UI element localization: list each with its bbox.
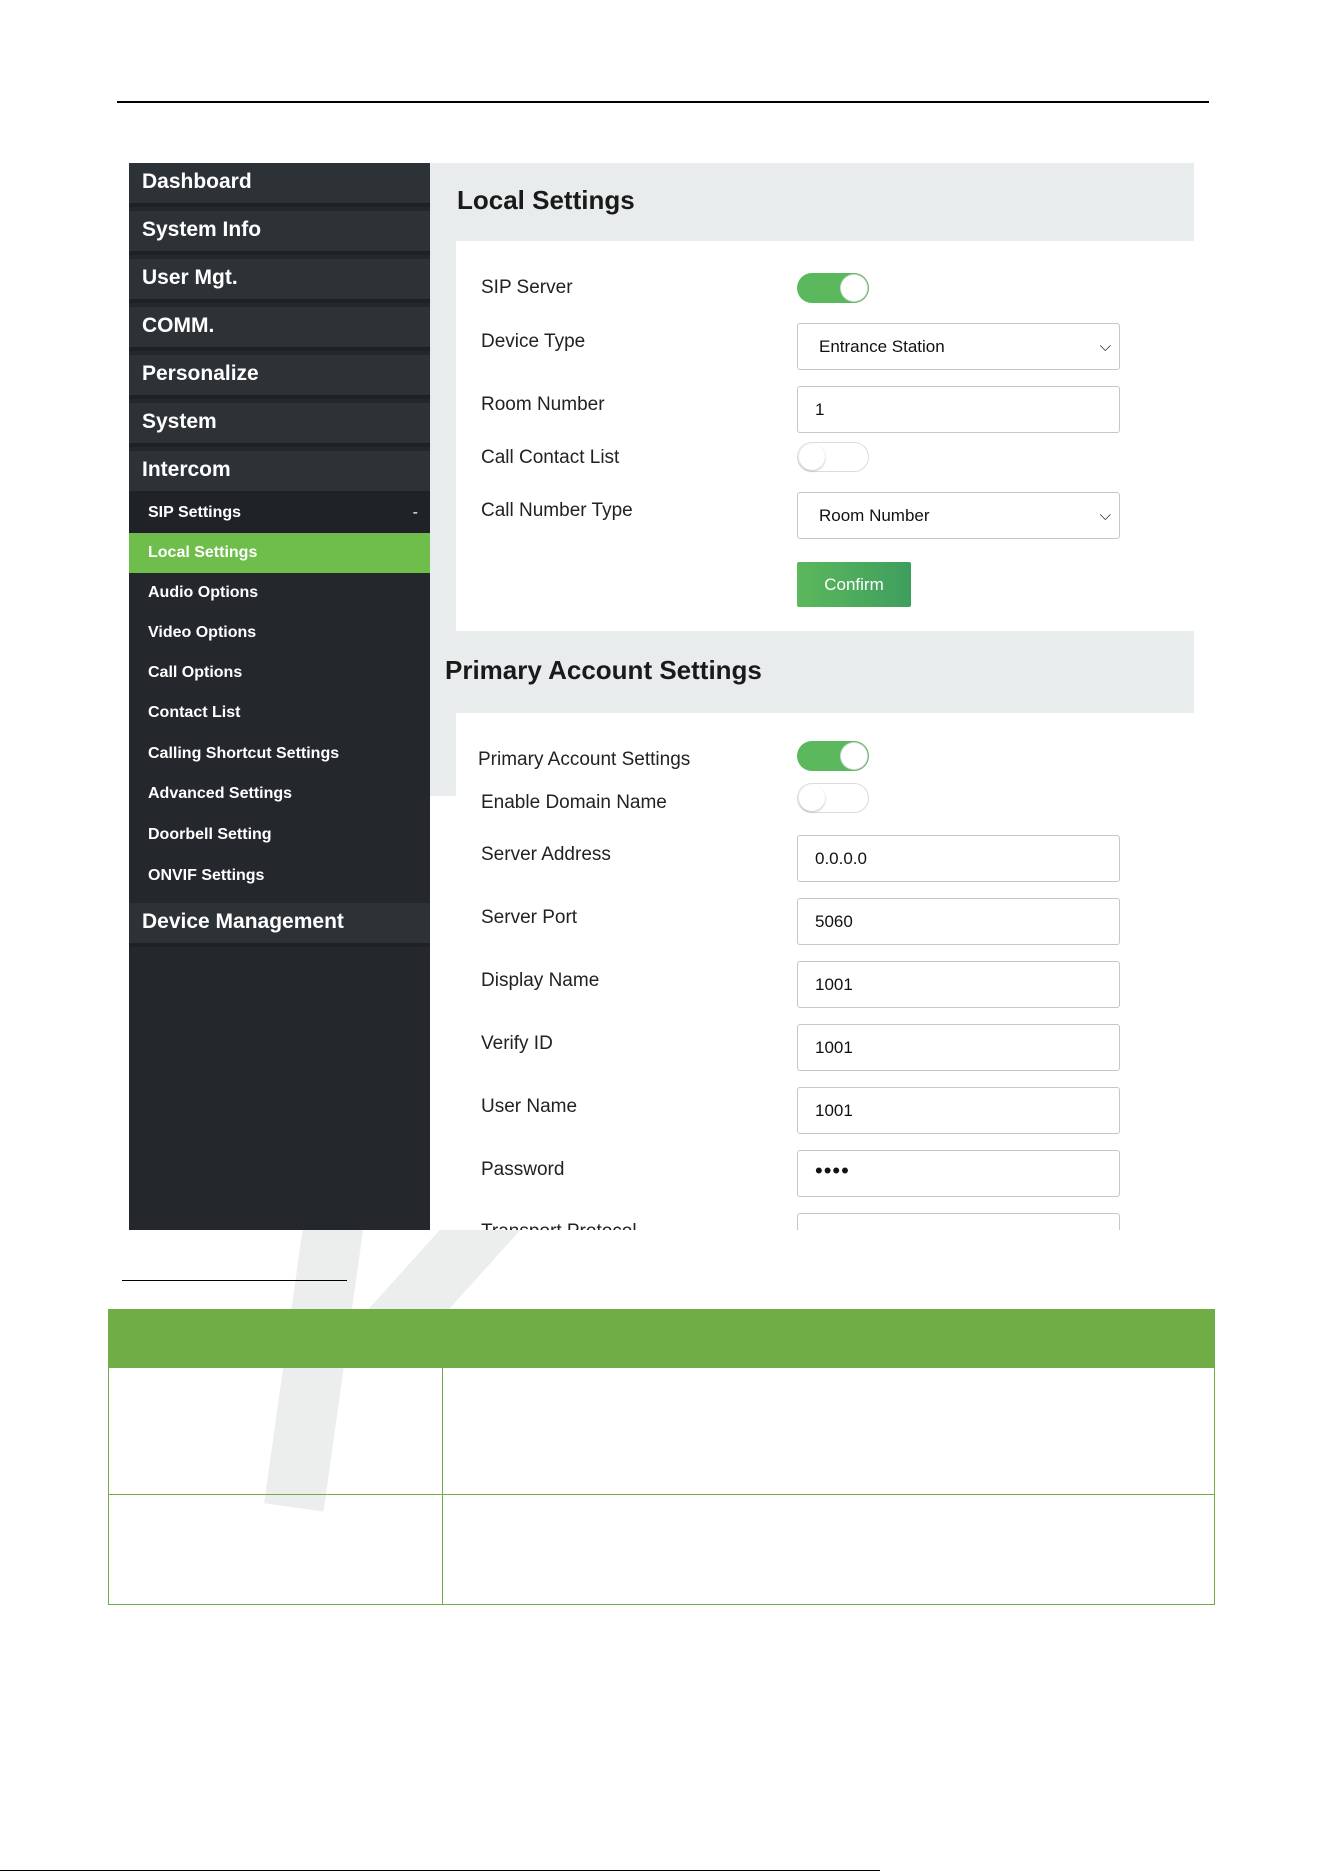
local-settings-title: Local Settings: [457, 185, 635, 215]
toggle-knob: [841, 275, 867, 301]
server-address-label: Server Address: [481, 844, 611, 865]
nav-personalize[interactable]: Personalize: [129, 355, 430, 399]
confirm-button[interactable]: Confirm: [797, 562, 911, 607]
password-input[interactable]: ••••: [797, 1150, 1120, 1197]
user-name-input[interactable]: 1001: [797, 1087, 1120, 1134]
device-type-select[interactable]: Entrance Station ⌵: [797, 323, 1120, 370]
nav-system[interactable]: System: [129, 403, 430, 447]
main-content: Local Settings SIP Server Device Type En…: [430, 163, 1194, 1230]
toggle-knob: [841, 743, 867, 769]
nav-contact-list[interactable]: Contact List: [129, 693, 430, 733]
nav-system-info[interactable]: System Info: [129, 211, 430, 255]
primary-account-toggle[interactable]: [797, 741, 869, 771]
sip-server-label: SIP Server: [481, 277, 573, 298]
chevron-down-icon: ⌵: [1099, 507, 1111, 524]
description-table: [108, 1309, 1215, 1605]
page-header-rule: [117, 101, 1209, 103]
call-contact-list-label: Call Contact List: [481, 447, 620, 468]
table-row-divider: [109, 1494, 1214, 1495]
primary-account-title: Primary Account Settings: [445, 655, 762, 685]
nav-user-mgt[interactable]: User Mgt.: [129, 259, 430, 303]
call-number-type-select[interactable]: Room Number ⌵: [797, 492, 1120, 539]
enable-domain-name-toggle[interactable]: [797, 783, 869, 813]
toggle-knob: [799, 785, 825, 811]
display-name-input[interactable]: 1001: [797, 961, 1120, 1008]
local-settings-header: Local Settings: [430, 163, 1194, 239]
primary-account-header: Primary Account Settings: [430, 633, 1194, 713]
device-type-value: Entrance Station: [819, 337, 945, 356]
room-number-label: Room Number: [481, 394, 605, 415]
room-number-input[interactable]: 1: [797, 386, 1120, 433]
toggle-knob: [799, 444, 825, 470]
nav-intercom[interactable]: Intercom: [129, 451, 430, 495]
nav-device-management[interactable]: Device Management: [129, 903, 430, 947]
verify-id-input[interactable]: 1001: [797, 1024, 1120, 1071]
transport-protocol-select[interactable]: [797, 1213, 1120, 1230]
transport-protocol-label: Transport Protocol: [481, 1221, 637, 1230]
collapse-icon: -: [412, 504, 418, 521]
local-settings-panel: SIP Server Device Type Entrance Station …: [456, 241, 1194, 631]
table-header-row: [109, 1310, 1214, 1368]
call-number-type-value: Room Number: [819, 506, 930, 525]
call-number-type-label: Call Number Type: [481, 500, 633, 521]
enable-domain-name-label: Enable Domain Name: [481, 792, 667, 813]
page-footer-rule: [0, 1870, 880, 1871]
call-contact-list-toggle[interactable]: [797, 442, 869, 472]
password-label: Password: [481, 1159, 565, 1180]
nav-local-settings[interactable]: Local Settings: [129, 533, 430, 573]
primary-account-toggle-label: Primary Account Settings: [478, 749, 691, 770]
chevron-down-icon: ⌵: [1099, 338, 1111, 355]
nav-sip-settings[interactable]: SIP Settings -: [129, 493, 430, 533]
display-name-label: Display Name: [481, 970, 600, 991]
caption-underline: [122, 1280, 347, 1281]
primary-account-panel: Primary Account Settings Enable Domain N…: [456, 713, 1194, 1230]
nav-onvif-settings[interactable]: ONVIF Settings: [129, 856, 430, 896]
nav-calling-shortcut-settings[interactable]: Calling Shortcut Settings: [129, 734, 430, 774]
sidebar: Dashboard System Info User Mgt. COMM. Pe…: [129, 163, 430, 1230]
nav-call-options[interactable]: Call Options: [129, 653, 430, 693]
nav-video-options[interactable]: Video Options: [129, 613, 430, 653]
user-name-label: User Name: [481, 1096, 578, 1117]
server-port-label: Server Port: [481, 907, 578, 928]
table-column-divider: [442, 1310, 443, 1604]
server-port-input[interactable]: 5060: [797, 898, 1120, 945]
web-ui-screenshot: Dashboard System Info User Mgt. COMM. Pe…: [129, 163, 1194, 1230]
nav-audio-options[interactable]: Audio Options: [129, 573, 430, 613]
verify-id-label: Verify ID: [481, 1033, 553, 1054]
nav-comm[interactable]: COMM.: [129, 307, 430, 351]
sip-server-toggle[interactable]: [797, 273, 869, 303]
nav-advanced-settings[interactable]: Advanced Settings: [129, 774, 430, 814]
nav-dashboard[interactable]: Dashboard: [129, 163, 430, 207]
server-address-input[interactable]: 0.0.0.0: [797, 835, 1120, 882]
nav-sip-settings-label: SIP Settings: [148, 504, 242, 521]
device-type-label: Device Type: [481, 331, 586, 352]
nav-doorbell-setting[interactable]: Doorbell Setting: [129, 815, 430, 855]
